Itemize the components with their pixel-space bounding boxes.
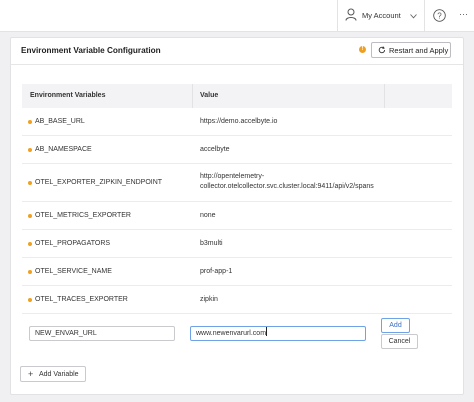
env-var-name: OTEL_TRACES_EXPORTER [35, 296, 128, 303]
table-row: AB_NAMESPACE accelbyte [22, 136, 452, 164]
env-config-card: Environment Variable Configuration ! Res… [10, 37, 464, 395]
new-variable-name-input[interactable]: NEW_ENVAR_URL [29, 326, 175, 341]
status-dot [28, 214, 32, 218]
column-separator [384, 84, 385, 108]
warning-icon: ! [359, 46, 366, 53]
env-var-name: AB_BASE_URL [35, 118, 85, 125]
env-var-value: prof-app-1 [200, 268, 233, 275]
new-variable-value-input[interactable]: www.newenvarurl.com [190, 326, 366, 341]
env-var-value: http://opentelemetry-collector.otelcolle… [200, 173, 374, 190]
my-account-label: My Account [362, 11, 401, 20]
env-var-value: https://demo.accelbyte.io [200, 118, 278, 125]
chevron-down-icon [410, 12, 417, 21]
more-icon[interactable]: ··· [459, 9, 468, 19]
help-icon: ? [433, 9, 446, 24]
plus-icon: + [28, 369, 34, 379]
text-caret [266, 327, 268, 336]
column-separator [192, 84, 193, 108]
refresh-icon [378, 46, 386, 56]
status-dot [28, 120, 32, 124]
new-variable-name-text: NEW_ENVAR_URL [35, 330, 97, 337]
table-row: OTEL_EXPORTER_ZIPKIN_ENDPOINT http://ope… [22, 164, 452, 202]
env-var-name: OTEL_SERVICE_NAME [35, 268, 112, 275]
card-divider [11, 64, 463, 65]
status-dot [28, 242, 32, 246]
restart-and-apply-label: Restart and Apply [389, 46, 449, 55]
env-var-value: zipkin [200, 296, 218, 303]
env-var-value: b3multi [200, 240, 223, 247]
table-row: OTEL_PROPAGATORS b3multi [22, 230, 452, 258]
status-dot [28, 148, 32, 152]
add-button[interactable]: Add [381, 318, 410, 333]
status-dot [28, 270, 32, 274]
add-variable-label: Add Variable [39, 371, 79, 378]
env-var-value: accelbyte [200, 146, 230, 153]
svg-text:?: ? [437, 11, 442, 20]
table-row: OTEL_METRICS_EXPORTER none [22, 202, 452, 230]
env-var-name: OTEL_EXPORTER_ZIPKIN_ENDPOINT [35, 179, 163, 186]
env-var-value: none [200, 212, 216, 219]
env-var-name: AB_NAMESPACE [35, 146, 92, 153]
cancel-button[interactable]: Cancel [381, 334, 418, 349]
new-variable-value-text: www.newenvarurl.com [196, 330, 267, 337]
env-var-name: OTEL_PROPAGATORS [35, 240, 111, 247]
table-row: OTEL_SERVICE_NAME prof-app-1 [22, 258, 452, 286]
column-header-value: Value [200, 92, 219, 99]
help-button[interactable]: ? [424, 0, 453, 31]
status-dot [28, 181, 32, 185]
card-title: Environment Variable Configuration [21, 46, 161, 55]
status-dot [28, 298, 32, 302]
user-icon [345, 8, 357, 23]
table-row: OTEL_TRACES_EXPORTER zipkin [22, 286, 452, 314]
my-account-menu[interactable]: My Account [337, 0, 424, 31]
restart-and-apply-button[interactable]: Restart and Apply [371, 42, 451, 58]
env-var-name: OTEL_METRICS_EXPORTER [35, 212, 131, 219]
top-bar: My Account ? ··· [0, 0, 474, 32]
column-header-name: Environment Variables [30, 92, 106, 99]
table-row: AB_BASE_URL https://demo.accelbyte.io [22, 108, 452, 136]
table-header: Environment Variables Value [22, 84, 452, 108]
add-variable-button[interactable]: + Add Variable [20, 366, 86, 382]
